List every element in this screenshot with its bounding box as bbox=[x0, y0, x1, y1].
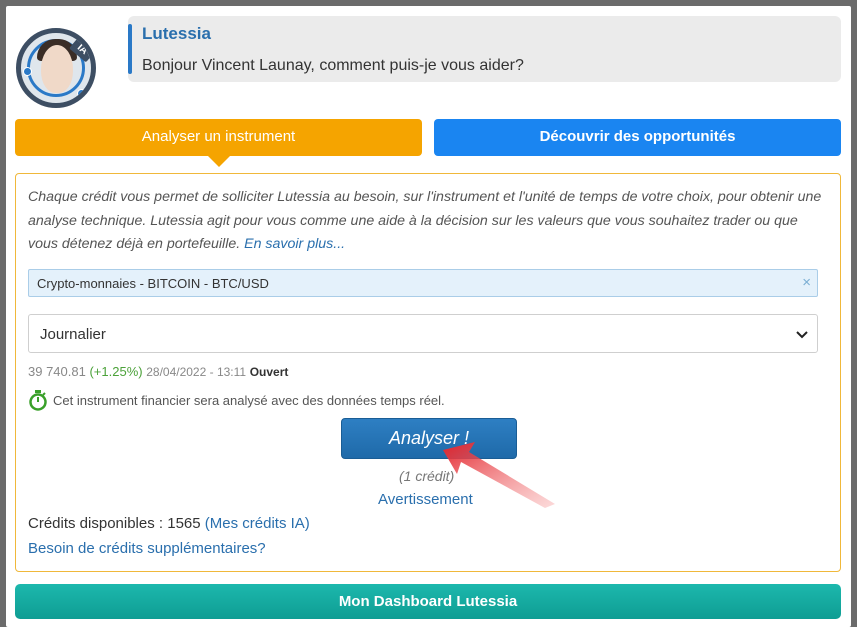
my-credits-link[interactable]: (Mes crédits IA) bbox=[205, 515, 310, 532]
chat-bubble: Lutessia Bonjour Vincent Launay, comment… bbox=[128, 16, 841, 82]
chevron-down-icon bbox=[796, 331, 808, 339]
avatar-dot bbox=[23, 67, 32, 76]
timeframe-select[interactable]: Journalier bbox=[28, 314, 818, 353]
description-text: Chaque crédit vous permet de solliciter … bbox=[28, 189, 822, 252]
available-credits: Crédits disponibles : 1565 (Mes crédits … bbox=[28, 515, 310, 532]
panel-description: Chaque crédit vous permet de solliciter … bbox=[28, 186, 828, 257]
credits-label: Crédits disponibles : 1565 bbox=[28, 515, 201, 532]
quote-price: 39 740.81 bbox=[28, 364, 86, 379]
dashboard-button[interactable]: Mon Dashboard Lutessia bbox=[15, 584, 841, 619]
assistant-avatar: IA bbox=[16, 28, 96, 108]
lutessia-modal: IA Lutessia Bonjour Vincent Launay, comm… bbox=[6, 6, 851, 627]
realtime-text: Cet instrument financier sera analysé av… bbox=[53, 393, 445, 408]
learn-more-link[interactable]: En savoir plus... bbox=[244, 236, 345, 252]
avatar-dot bbox=[77, 89, 86, 98]
red-arrow-annotation bbox=[443, 442, 555, 508]
tab-analyse-instrument[interactable]: Analyser un instrument bbox=[15, 119, 422, 167]
assistant-name: Lutessia bbox=[142, 24, 211, 43]
stopwatch-icon bbox=[29, 390, 47, 411]
more-credits-link[interactable]: Besoin de crédits supplémentaires? bbox=[28, 540, 266, 557]
quote-datetime: 28/04/2022 - 13:11 bbox=[146, 365, 247, 379]
avatar-face bbox=[41, 45, 73, 93]
timeframe-value: Journalier bbox=[40, 326, 106, 343]
instrument-selector[interactable]: Crypto-monnaies - BITCOIN - BTC/USD × bbox=[28, 269, 818, 297]
instrument-chip: Crypto-monnaies - BITCOIN - BTC/USD bbox=[37, 276, 269, 291]
tab-discover-opportunities[interactable]: Découvrir des opportunités bbox=[434, 119, 841, 156]
market-status: Ouvert bbox=[249, 365, 289, 379]
assistant-greeting: Bonjour Vincent Launay, comment puis-je … bbox=[142, 57, 524, 74]
analyse-panel: Chaque crédit vous permet de solliciter … bbox=[15, 173, 841, 572]
instrument-quote: 39 740.81 (+1.25%) 28/04/2022 - 13:11 Ou… bbox=[28, 364, 288, 379]
quote-change: (+1.25%) bbox=[89, 364, 143, 379]
remove-instrument-icon[interactable]: × bbox=[802, 274, 811, 291]
